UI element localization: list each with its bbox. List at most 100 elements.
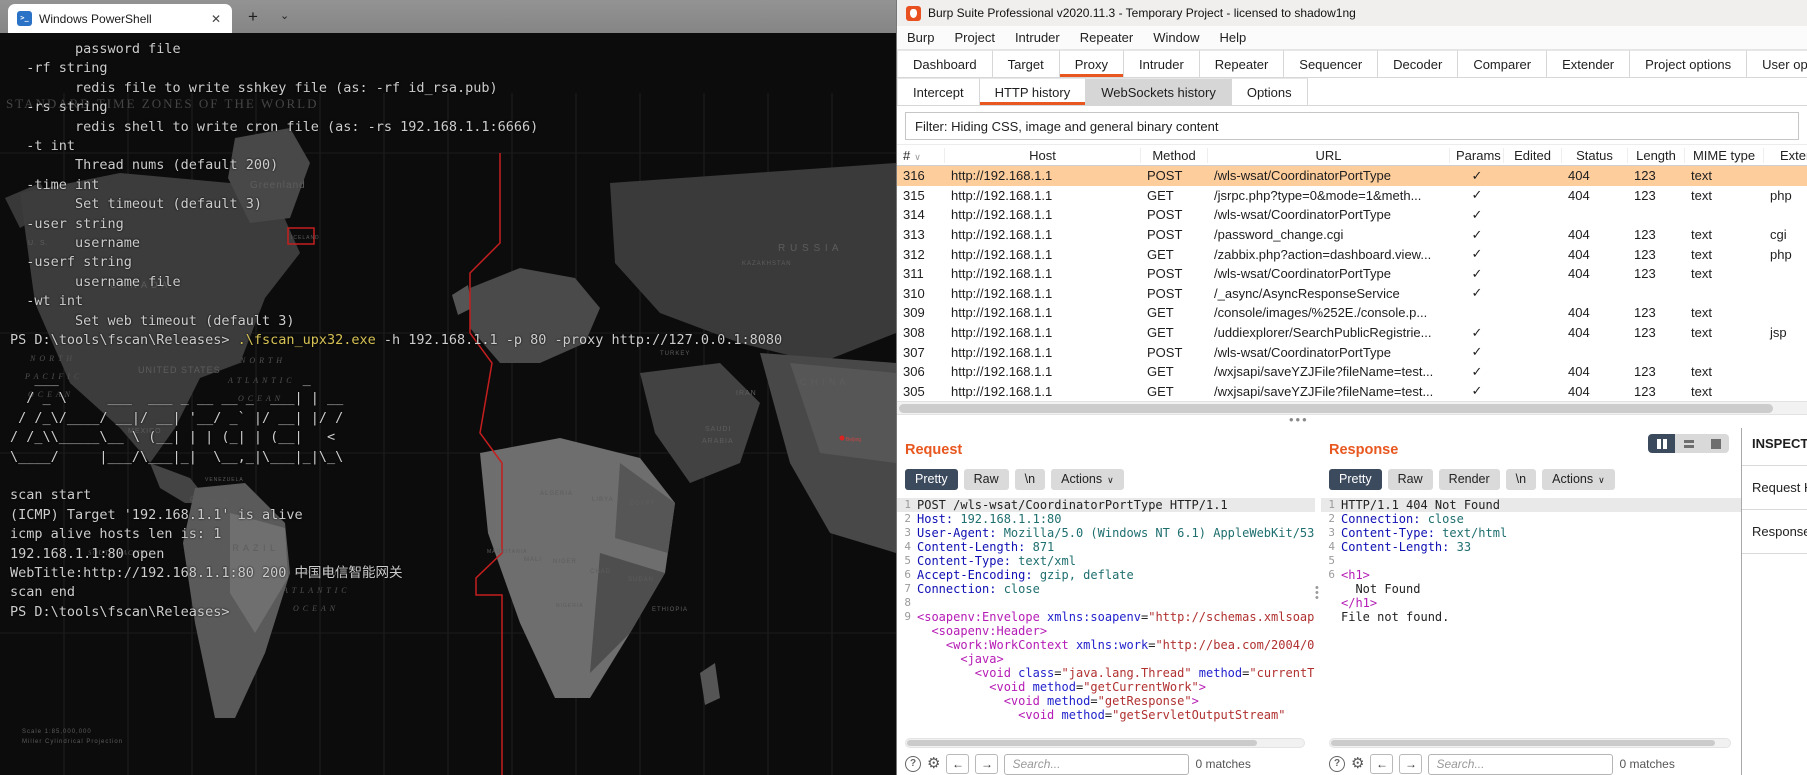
column-header-url[interactable]: URL (1208, 147, 1450, 163)
table-row[interactable]: 315 http://192.168.1.1 GET/jsrpc.php?type=… (897, 185, 1807, 206)
tab-dropdown-icon[interactable]: ⌄ (280, 0, 289, 33)
search-input[interactable] (1428, 753, 1614, 775)
tab-dashboard[interactable]: Dashboard (897, 50, 993, 77)
subtab-intercept[interactable]: Intercept (897, 78, 980, 105)
menu-window[interactable]: Window (1143, 26, 1209, 50)
response-editor[interactable]: 1 HTTP/1.1 404 Not Found 2 Connection: clos… (1321, 498, 1741, 624)
subtab-http-history[interactable]: HTTP history (979, 78, 1087, 105)
gear-icon[interactable]: ⚙ (927, 756, 940, 772)
new-tab-button[interactable]: + (248, 0, 258, 33)
editor-tab-raw[interactable]: Raw (1387, 469, 1433, 490)
table-body: 316 http://192.168.1.1 POST/wls-wsat/Coord… (897, 166, 1807, 402)
table-row[interactable]: 308 http://192.168.1.1 GET/uddiexplorer/Se… (897, 322, 1807, 343)
column-header-status[interactable]: Status (1562, 147, 1628, 163)
tab-intruder[interactable]: Intruder (1123, 50, 1200, 77)
menu-repeater[interactable]: Repeater (1070, 26, 1143, 50)
subtab-websockets-history[interactable]: WebSockets history (1086, 78, 1232, 105)
column-header-extension[interactable]: Extension (1764, 148, 1807, 163)
editor-tab-render[interactable]: Render (1438, 469, 1500, 490)
help-icon[interactable]: ? (1329, 756, 1345, 772)
sort-chevron-icon: ∨ (914, 151, 921, 162)
menu-help[interactable]: Help (1209, 26, 1256, 50)
burp-window: Burp Suite Professional v2020.11.3 - Tem… (896, 0, 1807, 775)
column-header-[interactable]: # ∨ (897, 147, 945, 163)
layout-single-button[interactable] (1702, 434, 1729, 453)
layout-rows-button[interactable] (1675, 434, 1702, 453)
tab-extender[interactable]: Extender (1547, 50, 1631, 77)
terminal-screen[interactable]: STANDARD TIME ZONES OF THE WORLD Greenlan… (0, 33, 896, 775)
tab-proxy[interactable]: Proxy (1059, 50, 1124, 77)
layout-columns-button[interactable] (1648, 434, 1675, 453)
filter-bar[interactable]: Filter: Hiding CSS, image and general bi… (905, 112, 1799, 140)
request-horizontal-scrollbar[interactable] (905, 738, 1305, 748)
cell: POST (1147, 168, 1183, 184)
menu-burp[interactable]: Burp (897, 26, 944, 50)
cell: /wls-wsat/CoordinatorPortType (1214, 207, 1392, 223)
prev-match-button[interactable]: ← (946, 754, 970, 774)
tab-close-icon[interactable]: ✕ (209, 12, 223, 26)
prev-match-button[interactable]: ← (1370, 754, 1394, 774)
editor-tab-n[interactable]: \n (1505, 469, 1537, 490)
table-row[interactable]: 309 http://192.168.1.1 GET/console/images/… (897, 303, 1807, 323)
code-line: 6 <h1> (1328, 568, 1370, 582)
table-row[interactable]: 314 http://192.168.1.1 POST/wls-wsat/Coord… (897, 205, 1807, 225)
code-line: <void method="getResponse"> (1003, 694, 1199, 708)
tab-sequencer[interactable]: Sequencer (1284, 50, 1379, 77)
terminal-tab[interactable]: >_ Windows PowerShell ✕ (8, 4, 232, 33)
table-row[interactable]: 310 http://192.168.1.1 POST /_async/AsyncRe… (897, 283, 1807, 304)
tab-decoder[interactable]: Decoder (1378, 50, 1459, 77)
code-line: 4 Content-Length: 33 (1328, 540, 1472, 554)
editor-tab-raw[interactable]: Raw (963, 469, 1009, 490)
cell: text (1691, 246, 1712, 262)
search-input[interactable] (1004, 753, 1190, 775)
gear-icon[interactable]: ⚙ (1351, 756, 1364, 772)
table-row[interactable]: 311 http://192.168.1.1 POST/wls-wsat/Coord… (897, 263, 1807, 284)
table-row[interactable]: 313 http://192.168.1.1 POST/password_chang… (897, 224, 1807, 245)
table-row[interactable]: 307 http://192.168.1.1 POST/wls-wsat/Coord… (897, 342, 1807, 362)
burp-main-tabs: Dashboard Target Proxy Intruder Repeater Sequ… (897, 50, 1807, 78)
cell: GET (1147, 187, 1174, 203)
next-match-button[interactable]: → (975, 754, 999, 774)
editor-tab-n[interactable]: \n (1014, 469, 1046, 490)
editor-tab-pretty[interactable]: Pretty (905, 469, 958, 490)
column-header-host[interactable]: Host (945, 147, 1141, 163)
subtab-options[interactable]: Options (1231, 78, 1308, 105)
help-icon[interactable]: ? (905, 756, 921, 772)
table-row[interactable]: 306 http://192.168.1.1 GET/wxjsapi/saveYZJ… (897, 361, 1807, 382)
table-row[interactable]: 316 http://192.168.1.1 POST/wls-wsat/Coord… (897, 166, 1807, 186)
splitter-handle-icon: ••• (1289, 412, 1309, 428)
http-history-table: # ∨ Host Method URL Params Edited Status Length M… (897, 144, 1807, 402)
column-header-params[interactable]: Params (1450, 147, 1504, 163)
table-row[interactable]: 305 http://192.168.1.1 GET/wxjsapi/saveYZJ… (897, 381, 1807, 402)
table-row[interactable]: 312 http://192.168.1.1 GET/zabbix.php?acti… (897, 244, 1807, 264)
scrollbar-thumb[interactable] (907, 740, 1258, 746)
menu-intruder[interactable]: Intruder (1005, 26, 1070, 50)
column-header-mime-type[interactable]: MIME type (1685, 147, 1764, 163)
cell: ✓ (1471, 187, 1483, 203)
request-editor[interactable]: 1 POST /wls-wsat/CoordinatorPortType HTTP… (897, 498, 1315, 722)
tab-repeater[interactable]: Repeater (1199, 50, 1285, 77)
column-header-length[interactable]: Length (1628, 147, 1685, 163)
next-match-button[interactable]: → (1399, 754, 1423, 774)
inspector-section-request-headers[interactable]: Request Headers (1742, 466, 1807, 510)
burp-title-bar: Burp Suite Professional v2020.11.3 - Tem… (897, 0, 1807, 26)
inspector-sections: Request HeadersResponse Headers (1742, 465, 1807, 554)
scrollbar-thumb[interactable] (899, 404, 1773, 414)
table-horizontal-scrollbar[interactable] (897, 401, 1807, 416)
tab-user-options[interactable]: User options (1747, 50, 1807, 77)
tab-target[interactable]: Target (992, 50, 1060, 77)
cell: http://192.168.1.1 (951, 285, 1053, 301)
editor-tab-pretty[interactable]: Pretty (1329, 469, 1382, 490)
editor-tab-actions[interactable]: Actions ∨ (1051, 469, 1124, 490)
menu-project[interactable]: Project (944, 26, 1004, 50)
tab-comparer[interactable]: Comparer (1458, 50, 1548, 77)
scrollbar-thumb[interactable] (1331, 740, 1715, 746)
tab-project-options[interactable]: Project options (1630, 50, 1748, 77)
editor-tab-actions[interactable]: Actions ∨ (1542, 469, 1615, 490)
column-header-edited[interactable]: Edited (1504, 147, 1562, 163)
column-header-method[interactable]: Method (1141, 147, 1208, 163)
inspector-section-response-headers[interactable]: Response Headers (1742, 510, 1807, 554)
response-horizontal-scrollbar[interactable] (1329, 738, 1731, 748)
cell: POST (1147, 285, 1183, 301)
cell: ✓ (1471, 246, 1483, 262)
